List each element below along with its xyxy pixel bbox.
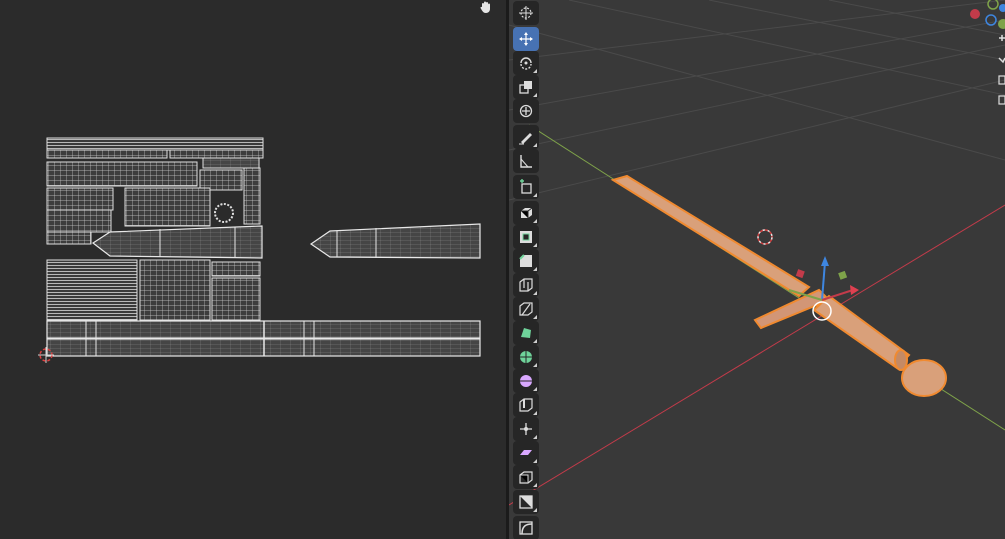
rotate-icon[interactable] bbox=[513, 51, 539, 75]
sword-pommel[interactable] bbox=[901, 359, 947, 397]
mask-icon[interactable] bbox=[513, 490, 539, 514]
inset-icon[interactable] bbox=[513, 225, 539, 249]
viewport-scene[interactable] bbox=[509, 0, 1005, 539]
bevel-icon[interactable] bbox=[513, 249, 539, 273]
hand-pan-icon[interactable] bbox=[479, 0, 499, 18]
uv-island[interactable] bbox=[46, 149, 168, 159]
loop-cut-icon[interactable] bbox=[513, 273, 539, 297]
uv-editor[interactable] bbox=[0, 0, 506, 539]
transform-icon[interactable] bbox=[513, 99, 539, 123]
uv-island-stack[interactable] bbox=[211, 277, 261, 321]
3d-cursor[interactable] bbox=[757, 229, 773, 245]
ortho-grid-icon bbox=[998, 95, 1005, 105]
viewport-grid bbox=[509, 0, 1005, 201]
uv-island[interactable] bbox=[202, 157, 260, 169]
x-axis-line bbox=[509, 204, 1005, 506]
uv-island[interactable] bbox=[169, 149, 264, 159]
curve-icon[interactable] bbox=[513, 516, 539, 539]
3d-viewport[interactable] bbox=[509, 0, 1005, 539]
sword-blade[interactable] bbox=[610, 174, 811, 298]
measure-icon[interactable] bbox=[513, 149, 539, 173]
uv-island-blade-2[interactable] bbox=[309, 223, 481, 259]
edge-slide-icon[interactable] bbox=[513, 393, 539, 417]
uv-island-block[interactable] bbox=[46, 187, 114, 211]
uv-island-blade[interactable] bbox=[91, 225, 263, 259]
spin-icon[interactable] bbox=[513, 345, 539, 369]
uv-island-top-strips[interactable] bbox=[46, 137, 264, 151]
extrude-icon[interactable] bbox=[513, 201, 539, 225]
shrink-fatten-icon[interactable] bbox=[513, 417, 539, 441]
smooth-icon[interactable] bbox=[513, 369, 539, 393]
uv-island-stack[interactable] bbox=[139, 259, 211, 321]
cursor-icon[interactable] bbox=[513, 1, 539, 25]
uv-island-circle[interactable] bbox=[214, 203, 234, 223]
uv-island-block[interactable] bbox=[46, 209, 112, 233]
scale-icon[interactable] bbox=[513, 75, 539, 99]
zoom-icon bbox=[999, 35, 1005, 41]
navigation-gizmo[interactable] bbox=[965, 0, 1005, 120]
knife-icon[interactable] bbox=[513, 297, 539, 321]
uv-island-block[interactable] bbox=[199, 169, 243, 191]
uv-island[interactable] bbox=[46, 231, 92, 245]
move-icon[interactable] bbox=[513, 27, 539, 51]
rip-region-icon[interactable] bbox=[513, 465, 539, 489]
add-cube-icon[interactable] bbox=[513, 175, 539, 199]
uv-island-stack[interactable] bbox=[46, 259, 138, 321]
uv-layout-canvas[interactable] bbox=[0, 0, 506, 539]
uv-island-block[interactable] bbox=[124, 187, 211, 227]
uv-island-stack[interactable] bbox=[211, 261, 261, 277]
poly-build-icon[interactable] bbox=[513, 321, 539, 345]
shear-icon[interactable] bbox=[513, 441, 539, 465]
uv-island-block[interactable] bbox=[46, 161, 198, 187]
uv-island-block[interactable] bbox=[243, 167, 261, 225]
pan-view-icon bbox=[998, 57, 1005, 64]
annotate-icon[interactable] bbox=[513, 125, 539, 149]
camera-icon bbox=[998, 75, 1005, 85]
